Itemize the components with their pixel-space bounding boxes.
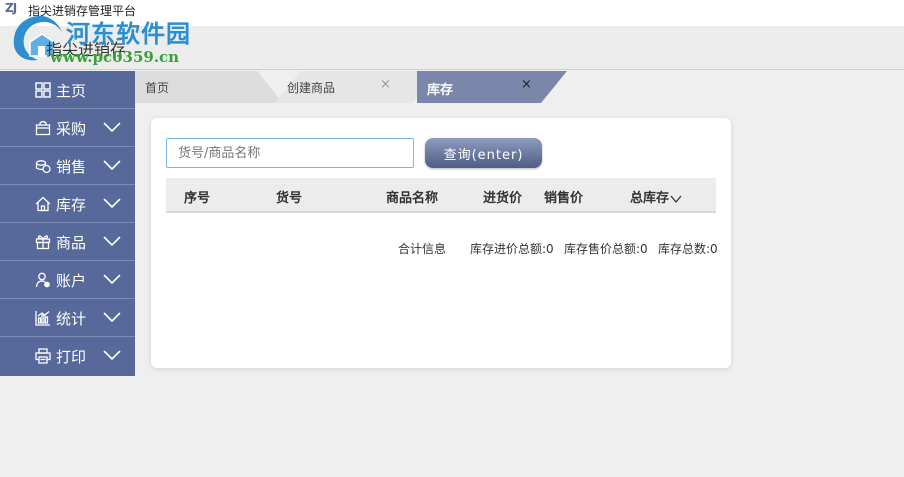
- sidebar-item-stock[interactable]: 库存: [0, 185, 135, 223]
- tab-home[interactable]: 首页: [135, 71, 285, 103]
- chevron-down-icon: [103, 236, 121, 247]
- sidebar-item-account[interactable]: 账户: [0, 261, 135, 299]
- sidebar-item-label: 商品: [56, 234, 87, 252]
- coin-icon: [35, 160, 51, 174]
- column-header-price: 销售价: [544, 191, 584, 206]
- sidebar-item-label: 打印: [56, 348, 87, 366]
- tab-stock-label: 库存: [427, 83, 454, 98]
- tab-home-label: 首页: [145, 81, 170, 95]
- column-header-total-stock-label: 总库存: [630, 191, 670, 206]
- column-header-sku: 货号: [276, 191, 303, 206]
- search-input[interactable]: [166, 138, 414, 168]
- sidebar-item-home[interactable]: 主页: [0, 71, 135, 109]
- sidebar-item-goods[interactable]: 商品: [0, 223, 135, 261]
- gift-icon: [35, 235, 51, 250]
- sidebar-item-print[interactable]: 打印: [0, 337, 135, 375]
- chevron-down-icon[interactable]: [670, 194, 682, 204]
- bar-chart-icon: [35, 311, 50, 326]
- sidebar-item-stats[interactable]: 统计: [0, 299, 135, 337]
- stock-panel: 查询(enter) 序号 货号 商品名称 进货价 销售价 总库存 合计信息 库存…: [151, 118, 731, 368]
- column-header-total-stock[interactable]: 总库存: [630, 187, 682, 206]
- home-icon: [35, 196, 51, 212]
- user-icon: [35, 272, 50, 288]
- header: 指尖进销存 河东软件园 www.pc0359.cn: [0, 15, 904, 70]
- sidebar-item-label: 主页: [56, 82, 87, 100]
- tab-create-goods[interactable]: 创建商品 ×: [275, 71, 435, 103]
- summary-label: 合计信息: [398, 242, 447, 256]
- sidebar-item-purchase[interactable]: 采购: [0, 109, 135, 147]
- close-icon[interactable]: ×: [380, 77, 391, 92]
- query-button[interactable]: 查询(enter): [425, 138, 542, 168]
- chevron-down-icon: [103, 350, 121, 361]
- sidebar-item-sales[interactable]: 销售: [0, 147, 135, 185]
- tab-bar: 首页 创建商品 × 库存 ×: [135, 71, 904, 103]
- sidebar-item-label: 采购: [56, 120, 87, 138]
- summary-cost-total: 库存进价总额:0: [470, 242, 554, 256]
- column-header-index: 序号: [184, 191, 211, 206]
- watermark-url: www.pc0359.cn: [50, 48, 180, 66]
- summary-qty-total: 库存总数:0: [658, 242, 718, 256]
- sidebar-item-label: 销售: [56, 158, 87, 176]
- sidebar-item-label: 统计: [56, 310, 87, 328]
- printer-icon: [35, 348, 51, 364]
- close-icon[interactable]: ×: [521, 77, 532, 92]
- chevron-down-icon: [103, 274, 121, 285]
- chevron-down-icon: [103, 312, 121, 323]
- sidebar-item-label: 账户: [56, 272, 87, 290]
- bag-icon: [35, 120, 51, 136]
- summary-sale-total: 库存售价总额:0: [564, 242, 648, 256]
- chevron-down-icon: [103, 160, 121, 171]
- sidebar-item-label: 库存: [56, 196, 87, 214]
- column-header-cost: 进货价: [483, 191, 523, 206]
- tab-create-label: 创建商品: [287, 81, 336, 95]
- grid-icon: [35, 82, 51, 98]
- sidebar: 主页 采购 销售 库存 商品 账户 统计 打印: [0, 71, 135, 376]
- column-header-name: 商品名称: [386, 191, 439, 206]
- chevron-down-icon: [103, 198, 121, 209]
- table-header: 序号 货号 商品名称 进货价 销售价 总库存: [166, 178, 716, 213]
- watermark-text: 河东软件园: [66, 19, 191, 48]
- tab-stock[interactable]: 库存 ×: [417, 71, 567, 103]
- chevron-down-icon: [103, 122, 121, 133]
